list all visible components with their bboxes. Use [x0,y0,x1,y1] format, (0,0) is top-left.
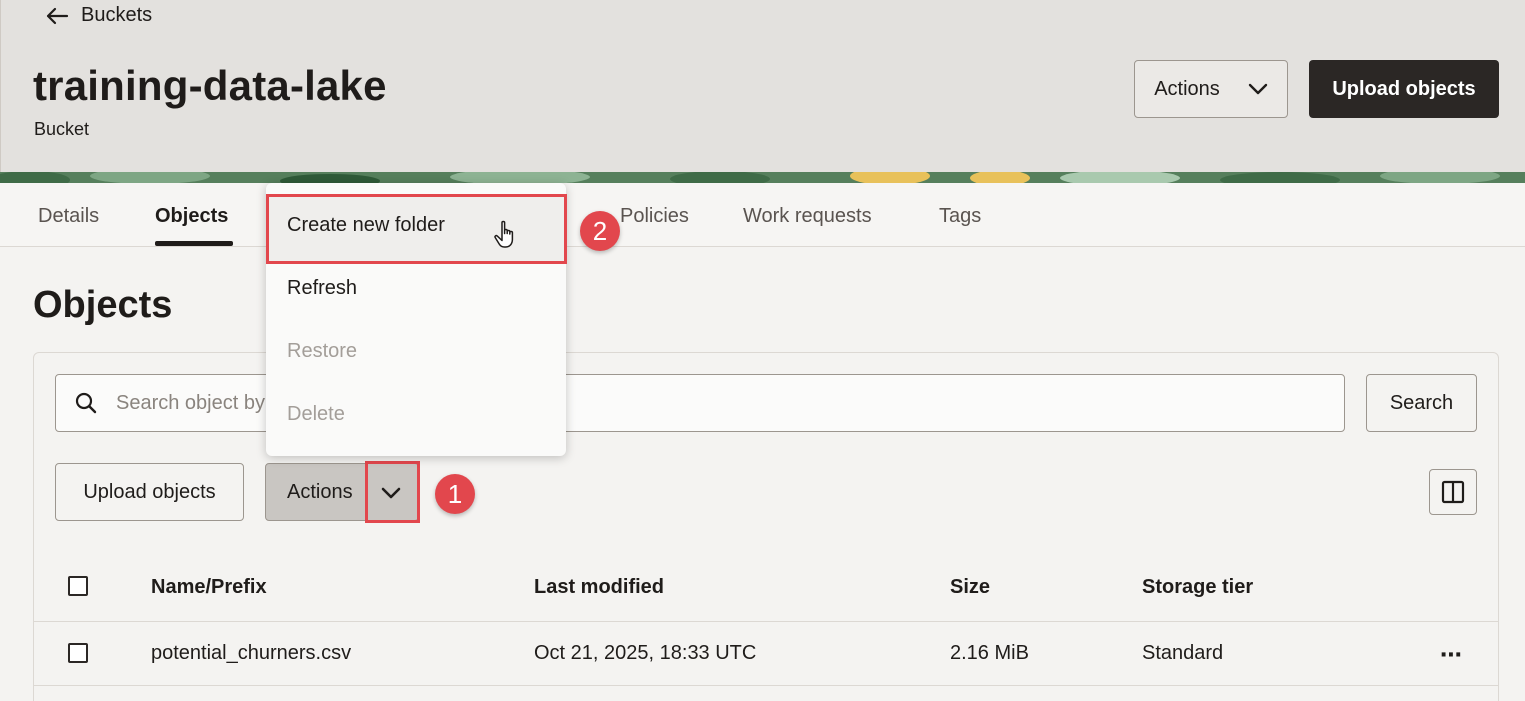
column-header-size[interactable]: Size [950,576,990,599]
table-divider [34,685,1498,686]
page-subtitle: Bucket [34,119,90,139]
chevron-down-icon [1248,83,1267,95]
menu-item-delete: Delete [287,403,345,425]
objects-section-title: Objects [33,284,173,326]
tab-bar: Details Objects Policies Work requests T… [0,183,1525,247]
tab-work-requests[interactable]: Work requests [743,205,872,228]
select-all-checkbox[interactable] [68,576,88,596]
object-storage-tier: Standard [1142,642,1224,664]
tab-details[interactable]: Details [38,205,99,228]
search-button[interactable]: Search [1366,374,1477,432]
back-label: Buckets [81,4,153,26]
tab-tags[interactable]: Tags [939,205,981,228]
menu-item-create-new-folder[interactable]: Create new folder [287,214,445,237]
object-size: 2.16 MiB [950,642,1029,664]
table-divider [34,621,1498,622]
hand-pointer-cursor-icon [494,220,514,248]
active-tab-indicator [155,241,233,246]
page-title: training-data-lake [33,62,387,109]
column-header-name[interactable]: Name/Prefix [151,576,267,599]
column-header-storage-tier[interactable]: Storage tier [1142,576,1253,599]
page-header: Buckets training-data-lake Bucket [0,0,1525,172]
callout-badge-2: 2 [580,211,620,251]
arrow-left-icon [46,7,69,24]
object-name[interactable]: potential_churners.csv [151,642,351,665]
header-upload-objects-button[interactable]: Upload objects [1309,60,1499,118]
row-checkbox[interactable] [68,643,88,663]
columns-icon [1441,480,1465,504]
chevron-down-icon[interactable] [380,483,402,503]
menu-item-refresh[interactable]: Refresh [287,277,357,300]
search-icon [75,392,97,414]
menu-item-restore: Restore [287,340,358,362]
back-to-buckets-link[interactable]: Buckets [45,4,152,27]
tab-objects[interactable]: Objects [155,205,228,228]
search-field[interactable] [55,374,1345,432]
actions-label: Actions [287,480,353,503]
column-layout-button[interactable] [1429,469,1477,515]
upload-objects-button[interactable]: Upload objects [55,463,244,521]
column-header-last-modified[interactable]: Last modified [534,576,664,599]
header-actions-button[interactable]: Actions [1134,60,1288,118]
tab-policies[interactable]: Policies [620,205,689,228]
row-actions-more-icon[interactable]: ⋯ [1440,642,1463,668]
callout-badge-1: 1 [435,474,475,514]
decorative-banner [0,172,1525,183]
object-last-modified: Oct 21, 2025, 18:33 UTC [534,642,757,664]
header-actions-label: Actions [1154,77,1220,100]
